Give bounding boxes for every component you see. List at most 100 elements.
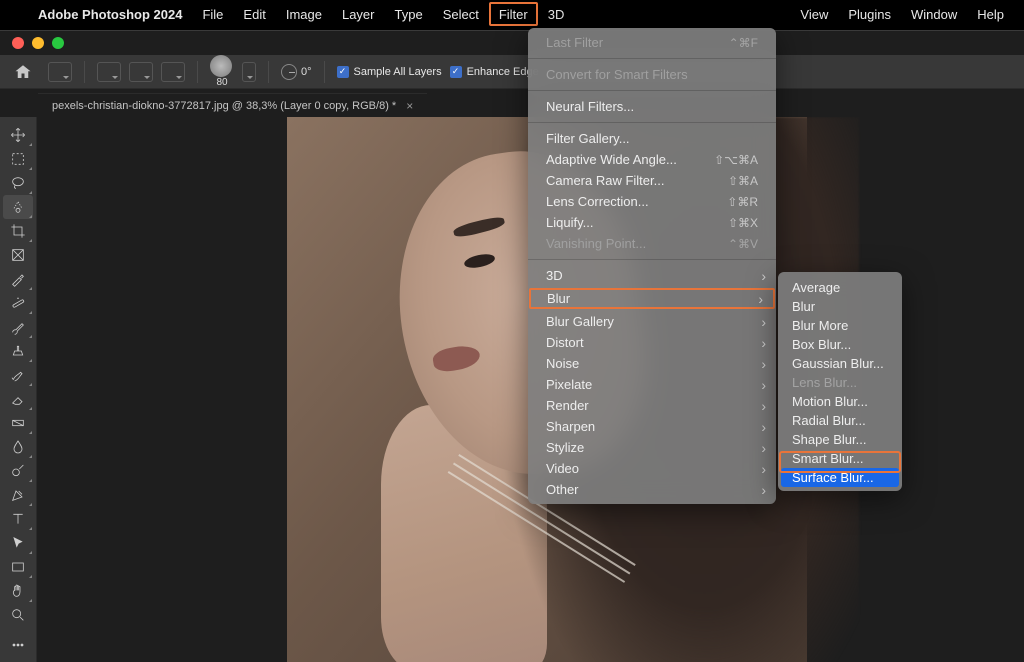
brush-dropdown[interactable]: [242, 62, 256, 82]
blur-radial[interactable]: Radial Blur...: [778, 411, 902, 430]
hand-tool[interactable]: [3, 579, 33, 603]
menu-item-label: Other: [546, 482, 579, 497]
zoom-tool[interactable]: [3, 603, 33, 627]
menu-3d[interactable]: 3D: [538, 0, 575, 28]
blur-tool[interactable]: [3, 435, 33, 459]
menu-help[interactable]: Help: [967, 0, 1014, 28]
crop-tool[interactable]: [3, 219, 33, 243]
menu-camera-raw-filter[interactable]: Camera Raw Filter... ⇧⌘A: [528, 170, 776, 191]
brush-tool[interactable]: [3, 315, 33, 339]
app-name[interactable]: Adobe Photoshop 2024: [28, 7, 192, 22]
quick-selection-tool[interactable]: [3, 195, 33, 219]
brush-angle-control[interactable]: 0°: [281, 64, 312, 80]
close-tab-icon[interactable]: ×: [406, 99, 413, 113]
zoom-window-button[interactable]: [52, 37, 64, 49]
menu-3d-submenu[interactable]: 3D: [528, 265, 776, 286]
menu-lens-correction[interactable]: Lens Correction... ⇧⌘R: [528, 191, 776, 212]
blur-shape[interactable]: Shape Blur...: [778, 430, 902, 449]
separator: [528, 122, 776, 123]
menu-item-label: Surface Blur...: [792, 470, 874, 485]
menu-stylize-submenu[interactable]: Stylize: [528, 437, 776, 458]
menu-distort-submenu[interactable]: Distort: [528, 332, 776, 353]
home-icon[interactable]: [14, 63, 32, 81]
angle-dial-icon[interactable]: [281, 64, 297, 80]
menu-blur-submenu[interactable]: Blur: [529, 288, 775, 309]
menu-item-label: Blur More: [792, 318, 848, 333]
sample-all-layers-checkbox[interactable]: Sample All Layers: [337, 66, 442, 78]
blur-motion[interactable]: Motion Blur...: [778, 392, 902, 411]
menu-item-label: Lens Correction...: [546, 194, 649, 209]
gradient-tool[interactable]: [3, 411, 33, 435]
menu-image[interactable]: Image: [276, 0, 332, 28]
window-controls: [12, 37, 64, 49]
eraser-tool[interactable]: [3, 387, 33, 411]
more-tools[interactable]: [3, 633, 33, 657]
brush-alt-button[interactable]: [161, 62, 185, 82]
lasso-tool[interactable]: [3, 171, 33, 195]
menu-layer[interactable]: Layer: [332, 0, 385, 28]
blur-surface[interactable]: Surface Blur...: [781, 468, 899, 487]
menu-item-label: 3D: [546, 268, 563, 283]
blur-gaussian[interactable]: Gaussian Blur...: [778, 354, 902, 373]
shortcut: ⇧⌘R: [727, 195, 758, 209]
brush-settings-button[interactable]: [129, 62, 153, 82]
document-tab[interactable]: pexels-christian-diokno-3772817.jpg @ 38…: [38, 93, 427, 117]
menu-adaptive-wide-angle[interactable]: Adaptive Wide Angle... ⇧⌥⌘A: [528, 149, 776, 170]
checkbox-checked-icon[interactable]: [450, 66, 462, 78]
healing-brush-tool[interactable]: [3, 291, 33, 315]
menu-item-label: Vanishing Point...: [546, 236, 646, 251]
menu-edit[interactable]: Edit: [233, 0, 275, 28]
menu-noise-submenu[interactable]: Noise: [528, 353, 776, 374]
blur-box[interactable]: Box Blur...: [778, 335, 902, 354]
marquee-tool[interactable]: [3, 147, 33, 171]
menu-view[interactable]: View: [790, 0, 838, 28]
menu-blur-gallery-submenu[interactable]: Blur Gallery: [528, 311, 776, 332]
frame-tool[interactable]: [3, 243, 33, 267]
menu-filter[interactable]: Filter: [489, 2, 538, 26]
menu-item-label: Blur Gallery: [546, 314, 614, 329]
menu-item-label: Camera Raw Filter...: [546, 173, 664, 188]
blur-blur-more[interactable]: Blur More: [778, 316, 902, 335]
menu-sharpen-submenu[interactable]: Sharpen: [528, 416, 776, 437]
tool-preset-picker[interactable]: [48, 62, 72, 82]
blur-blur[interactable]: Blur: [778, 297, 902, 316]
shortcut: ⇧⌘X: [728, 216, 758, 230]
menu-neural-filters[interactable]: Neural Filters...: [528, 96, 776, 117]
rectangle-tool[interactable]: [3, 555, 33, 579]
menu-item-label: Shape Blur...: [792, 432, 866, 447]
separator: [528, 259, 776, 260]
eyedropper-tool[interactable]: [3, 267, 33, 291]
menu-type[interactable]: Type: [385, 0, 433, 28]
menu-item-label: Blur: [792, 299, 815, 314]
brush-preset-picker[interactable]: [97, 62, 121, 82]
menu-pixelate-submenu[interactable]: Pixelate: [528, 374, 776, 395]
blur-smart[interactable]: Smart Blur...: [778, 449, 902, 468]
menu-item-label: Noise: [546, 356, 579, 371]
menu-video-submenu[interactable]: Video: [528, 458, 776, 479]
enhance-edge-checkbox[interactable]: Enhance Edge: [450, 66, 539, 78]
menu-item-label: Video: [546, 461, 579, 476]
divider: [84, 61, 85, 83]
move-tool[interactable]: [3, 123, 33, 147]
menu-liquify[interactable]: Liquify... ⇧⌘X: [528, 212, 776, 233]
menu-item-label: Gaussian Blur...: [792, 356, 884, 371]
close-window-button[interactable]: [12, 37, 24, 49]
brush-preview-icon[interactable]: [210, 55, 232, 77]
menu-render-submenu[interactable]: Render: [528, 395, 776, 416]
menu-plugins[interactable]: Plugins: [838, 0, 901, 28]
menu-window[interactable]: Window: [901, 0, 967, 28]
menu-filter-gallery[interactable]: Filter Gallery...: [528, 128, 776, 149]
checkbox-checked-icon[interactable]: [337, 66, 349, 78]
menu-select[interactable]: Select: [433, 0, 489, 28]
divider: [324, 61, 325, 83]
history-brush-tool[interactable]: [3, 363, 33, 387]
path-selection-tool[interactable]: [3, 531, 33, 555]
pen-tool[interactable]: [3, 483, 33, 507]
type-tool[interactable]: [3, 507, 33, 531]
clone-stamp-tool[interactable]: [3, 339, 33, 363]
minimize-window-button[interactable]: [32, 37, 44, 49]
menu-file[interactable]: File: [192, 0, 233, 28]
blur-average[interactable]: Average: [778, 278, 902, 297]
dodge-tool[interactable]: [3, 459, 33, 483]
menu-other-submenu[interactable]: Other: [528, 479, 776, 500]
